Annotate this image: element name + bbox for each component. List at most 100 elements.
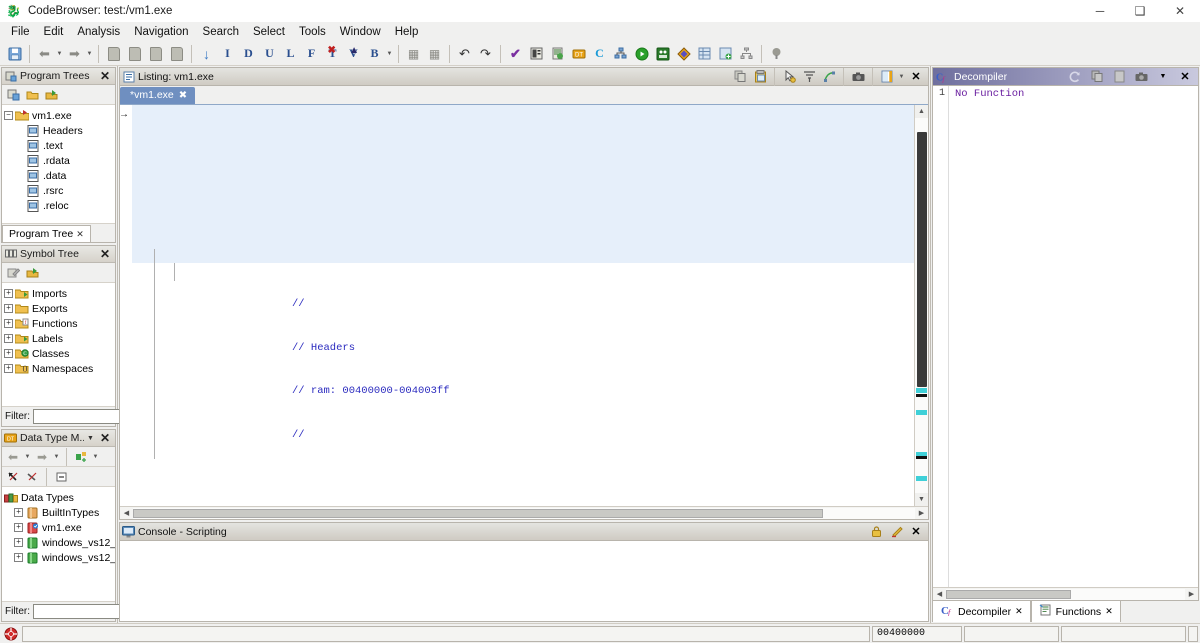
tab-program-tree[interactable]: Program Tree ✕	[2, 225, 91, 242]
close-tab-icon[interactable]: ✖	[179, 90, 187, 101]
run-button[interactable]	[631, 44, 652, 64]
undefine-button[interactable]: U	[259, 44, 280, 64]
tree-item-rsrc[interactable]: .rsrc	[4, 183, 113, 198]
scroll-right-icon[interactable]: ▶	[915, 507, 928, 519]
snapshot-camera-button[interactable]	[848, 69, 868, 85]
symbol-tree-item-functions[interactable]: + f Functions	[4, 316, 113, 331]
listing-options-button[interactable]	[877, 69, 897, 85]
auto-analyze-button[interactable]: ✔	[505, 44, 526, 64]
replace-tree-button[interactable]	[42, 86, 60, 103]
save-button[interactable]	[4, 44, 25, 64]
redo-button[interactable]: ↷	[475, 44, 496, 64]
expand-icon[interactable]: +	[14, 523, 23, 532]
highlight-marker[interactable]	[916, 410, 927, 415]
forward-dropdown-icon[interactable]: ▼	[85, 51, 94, 57]
menu-analysis[interactable]: Analysis	[70, 24, 127, 40]
listing-horizontal-scrollbar[interactable]: ◀ ▶	[120, 506, 928, 519]
c-parser-button[interactable]: C	[589, 44, 610, 64]
scroll-right-icon[interactable]: ▶	[1185, 588, 1198, 600]
close-listing-button[interactable]: ✕	[906, 69, 926, 85]
label-button[interactable]: L	[280, 44, 301, 64]
diff-view-button[interactable]	[799, 69, 819, 85]
function-graph-button[interactable]	[610, 44, 631, 64]
snapshot-4-button[interactable]	[166, 44, 187, 64]
snapshot-3-button[interactable]	[145, 44, 166, 64]
highlight-marker[interactable]	[916, 476, 927, 481]
dhscroll-track[interactable]	[946, 589, 1185, 600]
open-folder-button[interactable]	[23, 86, 41, 103]
snapshot-decomp-button[interactable]	[1130, 69, 1152, 85]
navigation-toggle-button[interactable]	[819, 69, 839, 85]
menu-help[interactable]: Help	[388, 24, 426, 40]
highlight-marker[interactable]	[916, 388, 927, 393]
tree-item-data[interactable]: .data	[4, 168, 113, 183]
menu-navigation[interactable]: Navigation	[127, 24, 195, 40]
disassemble-button[interactable]: ↓	[196, 44, 217, 64]
bytes-button[interactable]: B	[364, 44, 385, 64]
listing-vertical-scrollbar[interactable]: ▲ ▼	[914, 105, 928, 506]
symbol-tree-item-classes[interactable]: + C Classes	[4, 346, 113, 361]
minimize-button[interactable]: ─	[1080, 0, 1120, 22]
struct-button[interactable]: T✖	[322, 44, 343, 64]
instruction-button[interactable]: I	[217, 44, 238, 64]
forward-button[interactable]: ➡	[64, 44, 85, 64]
dtm-collapse-all-button[interactable]	[52, 468, 70, 485]
rename-button[interactable]	[4, 264, 22, 281]
dtm-forward-button[interactable]: ➡	[33, 448, 51, 465]
decompiler-body[interactable]: 1 No Function	[933, 86, 1198, 587]
tab-vm1-exe[interactable]: *vm1.exe ✖	[120, 87, 195, 104]
menu-tools[interactable]: Tools	[292, 24, 333, 40]
expand-icon[interactable]: +	[4, 289, 13, 298]
scroll-up-icon[interactable]: ▲	[915, 105, 928, 118]
copy-decomp-button[interactable]	[1086, 69, 1108, 85]
menu-select[interactable]: Select	[246, 24, 292, 40]
dtm-new-button[interactable]	[72, 448, 90, 465]
dtm-item-windows-vs12-32[interactable]: + windows_vs12_32	[4, 535, 113, 550]
expand-icon[interactable]: +	[4, 364, 13, 373]
dtm-item-vm1[interactable]: + vm1.exe	[4, 520, 113, 535]
dtm-filter-arrays-button[interactable]	[23, 468, 41, 485]
paste-button[interactable]	[750, 69, 770, 85]
select-cursor-button[interactable]	[779, 69, 799, 85]
console-clear-button[interactable]	[886, 524, 906, 540]
close-decomp-button[interactable]: ✕	[1174, 69, 1196, 85]
menu-search[interactable]: Search	[196, 24, 246, 40]
tab-functions[interactable]: Functions ✕	[1031, 600, 1121, 622]
data-type-manager-button[interactable]: DT	[568, 44, 589, 64]
tree-item-text[interactable]: .text	[4, 138, 113, 153]
expand-icon[interactable]: +	[4, 349, 13, 358]
tree-button[interactable]	[736, 44, 757, 64]
status-alert-icon[interactable]	[2, 626, 20, 642]
expand-icon[interactable]: +	[4, 304, 13, 313]
hscroll-thumb[interactable]	[133, 509, 823, 518]
variable-button[interactable]: V▲	[343, 44, 364, 64]
dtm-back-dropdown-icon[interactable]: ▼	[23, 454, 32, 460]
tab-decompiler[interactable]: Cf Decompiler ✕	[932, 600, 1031, 622]
dtm-forward-dropdown-icon[interactable]: ▼	[52, 454, 61, 460]
close-tab-icon[interactable]: ✕	[1015, 606, 1023, 617]
copy-button[interactable]	[730, 69, 750, 85]
tree-item-rdata[interactable]: .rdata	[4, 153, 113, 168]
back-button[interactable]: ⬅	[34, 44, 55, 64]
menu-edit[interactable]: Edit	[37, 24, 71, 40]
scroll-thumb[interactable]	[917, 132, 927, 387]
close-tab-icon[interactable]: ✕	[76, 229, 84, 240]
hscroll-thumb[interactable]	[946, 590, 1071, 599]
maximize-button[interactable]: ❑	[1120, 0, 1160, 22]
scroll-left-icon[interactable]: ◀	[933, 588, 946, 600]
collapse-icon[interactable]: −	[4, 111, 13, 120]
function-button[interactable]: F	[301, 44, 322, 64]
listing-options-dropdown-icon[interactable]: ▼	[897, 74, 906, 80]
console-lock-button[interactable]	[866, 524, 886, 540]
menu-file[interactable]: File	[4, 24, 37, 40]
memory-block-button[interactable]: ▦	[424, 44, 445, 64]
symbol-tree-item-imports[interactable]: + Imports	[4, 286, 113, 301]
close-console-button[interactable]: ✕	[906, 524, 926, 540]
table-button[interactable]	[694, 44, 715, 64]
scroll-down-icon[interactable]: ▼	[915, 493, 928, 506]
dtm-menu-icon[interactable]: ▼	[84, 435, 97, 442]
diff-button[interactable]	[673, 44, 694, 64]
dtm-root[interactable]: Data Types	[4, 490, 113, 505]
dtm-back-button[interactable]: ⬅	[4, 448, 22, 465]
dtm-new-dropdown-icon[interactable]: ▼	[91, 454, 100, 460]
